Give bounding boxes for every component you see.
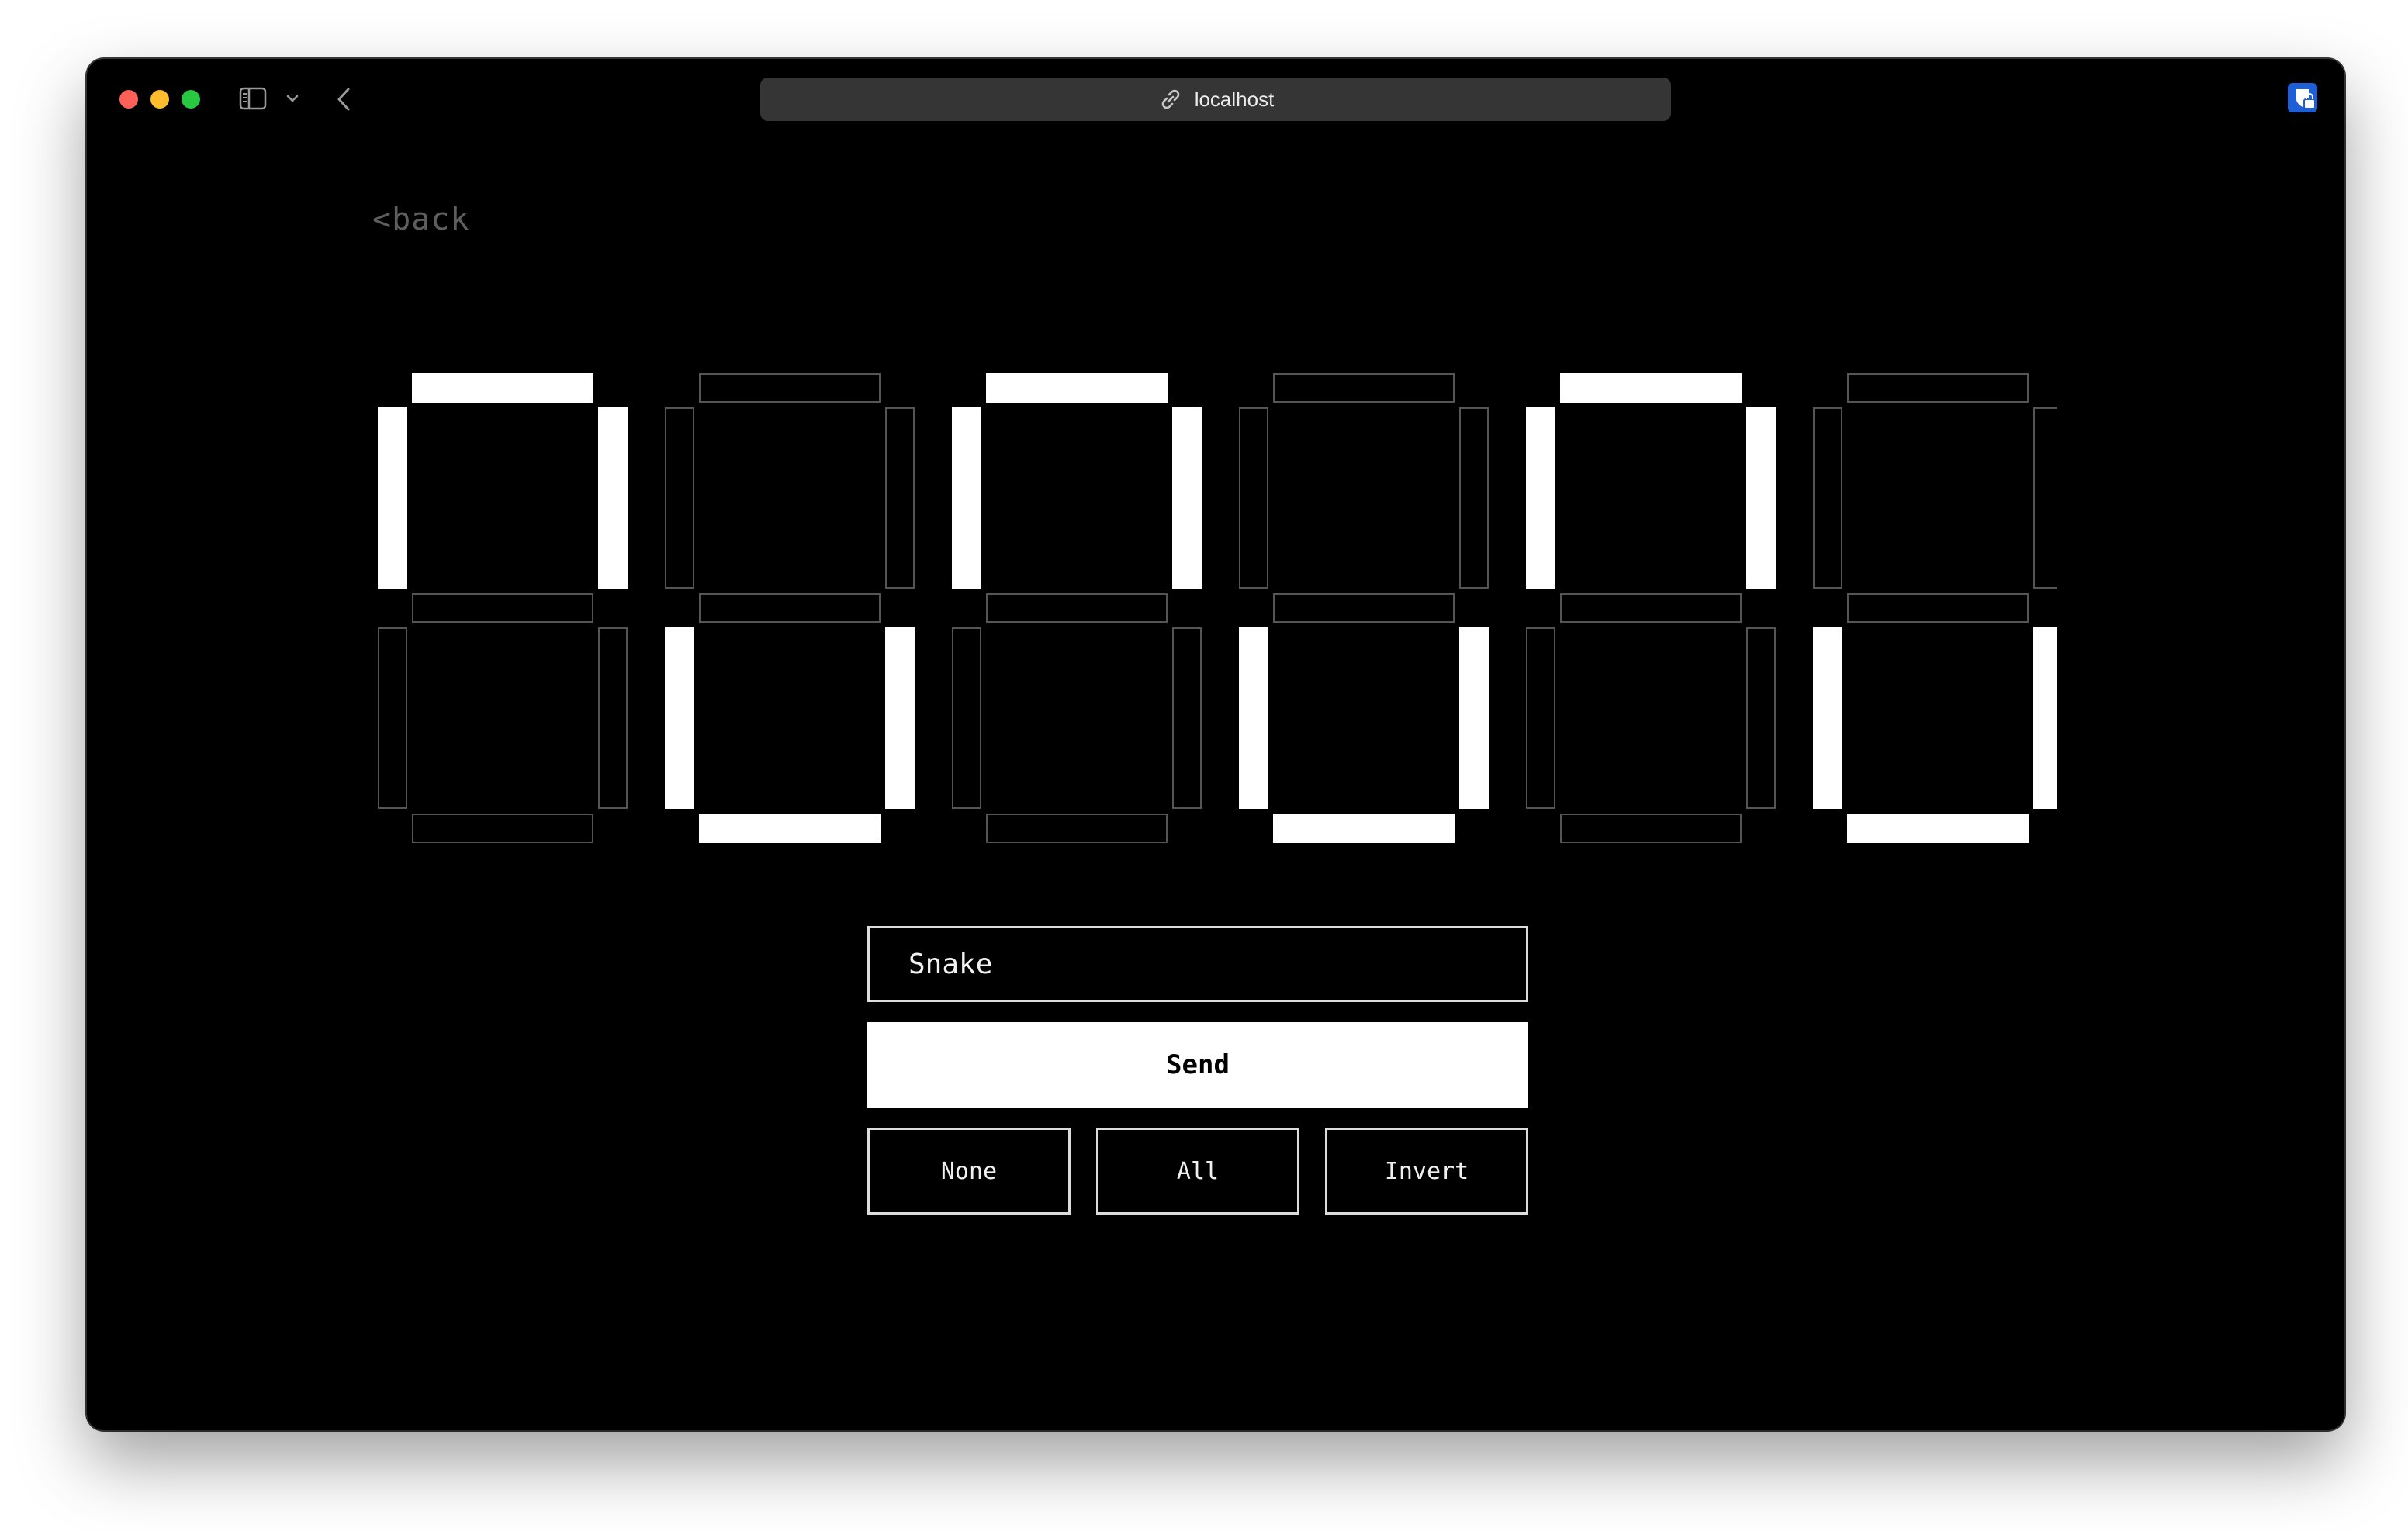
close-window-button[interactable]: [119, 90, 138, 109]
link-icon: [1161, 89, 1179, 109]
url-text: localhost: [1194, 87, 1275, 111]
digit-6-segment-b[interactable]: [2033, 407, 2057, 589]
digit-2-segment-f[interactable]: [665, 407, 694, 589]
digit-3-segment-a[interactable]: [986, 373, 1168, 403]
digit-6-segment-e[interactable]: [1813, 627, 1842, 809]
back-link[interactable]: <back: [372, 202, 469, 237]
digit-5-segment-c[interactable]: [1746, 627, 1776, 809]
all-button[interactable]: All: [1096, 1128, 1299, 1215]
segment-display-svg: [378, 373, 2057, 843]
digit-4-segment-d[interactable]: [1273, 814, 1455, 843]
back-arrow-icon[interactable]: [335, 87, 352, 112]
digit-3-segment-f[interactable]: [952, 407, 981, 589]
digit-4-segment-c[interactable]: [1459, 627, 1489, 809]
digit-1-segment-b[interactable]: [598, 407, 628, 589]
send-button[interactable]: Send: [867, 1022, 1528, 1108]
digit-1-segment-f[interactable]: [378, 407, 407, 589]
digit-6-segment-d[interactable]: [1847, 814, 2029, 843]
digit-2-segment-d[interactable]: [699, 814, 881, 843]
digit-3-segment-b[interactable]: [1172, 407, 1202, 589]
digit-2-segment-g[interactable]: [699, 593, 881, 623]
digit-3-segment-g[interactable]: [986, 593, 1168, 623]
digit-4-segment-b[interactable]: [1459, 407, 1489, 589]
segment-display: [366, 361, 2057, 889]
digit-2-segment-b[interactable]: [885, 407, 915, 589]
browser-window: localhost <back Send None All Invert: [87, 59, 2344, 1430]
digit-1-segment-d[interactable]: [412, 814, 593, 843]
text-input[interactable]: [867, 926, 1528, 1002]
sidebar-icon[interactable]: [239, 87, 267, 110]
digit-6-segment-g[interactable]: [1847, 593, 2029, 623]
digit-2-segment-c[interactable]: [885, 627, 915, 809]
invert-button[interactable]: Invert: [1325, 1128, 1528, 1215]
digit-2: [665, 373, 915, 843]
digit-1: [378, 373, 628, 843]
digit-4: [1239, 373, 1489, 843]
maximize-window-button[interactable]: [182, 90, 200, 109]
digit-5-segment-f[interactable]: [1526, 407, 1555, 589]
button-row: None All Invert: [867, 1128, 1528, 1215]
none-button[interactable]: None: [867, 1128, 1071, 1215]
digit-5-segment-g[interactable]: [1560, 593, 1742, 623]
digit-5-segment-a[interactable]: [1560, 373, 1742, 403]
digit-1-segment-g[interactable]: [412, 593, 593, 623]
digit-4-segment-a[interactable]: [1273, 373, 1455, 403]
minimize-window-button[interactable]: [150, 90, 169, 109]
digit-5-segment-d[interactable]: [1560, 814, 1742, 843]
digit-4-segment-f[interactable]: [1239, 407, 1268, 589]
digit-2-segment-a[interactable]: [699, 373, 881, 403]
digit-1-segment-e[interactable]: [378, 627, 407, 809]
digit-4-segment-g[interactable]: [1273, 593, 1455, 623]
digit-5-segment-e[interactable]: [1526, 627, 1555, 809]
digit-4-segment-e[interactable]: [1239, 627, 1268, 809]
digit-6-segment-c[interactable]: [2033, 627, 2057, 809]
chevron-down-icon[interactable]: [285, 93, 299, 104]
digit-3-segment-c[interactable]: [1172, 627, 1202, 809]
digit-1-segment-a[interactable]: [412, 373, 593, 403]
digit-3-segment-e[interactable]: [952, 627, 981, 809]
address-bar[interactable]: localhost: [760, 78, 1671, 121]
digit-2-segment-e[interactable]: [665, 627, 694, 809]
digit-5-segment-b[interactable]: [1746, 407, 1776, 589]
digit-5: [1526, 373, 1776, 843]
digit-3-segment-d[interactable]: [986, 814, 1168, 843]
extension-shield-icon[interactable]: [2287, 82, 2318, 113]
controls-panel: Send None All Invert: [867, 926, 1528, 1215]
digit-6-segment-a[interactable]: [1847, 373, 2029, 403]
digit-1-segment-c[interactable]: [598, 627, 628, 809]
digit-6-segment-f[interactable]: [1813, 407, 1842, 589]
digit-6: [1813, 373, 2057, 843]
digit-3: [952, 373, 1202, 843]
